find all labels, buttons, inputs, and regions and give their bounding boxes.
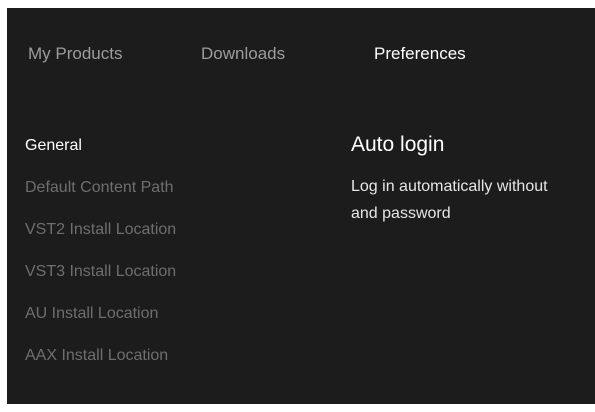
sidebar-item-vst2-install-location[interactable]: VST2 Install Location	[25, 220, 176, 240]
sidebar-item-general[interactable]: General	[25, 136, 82, 156]
tab-preferences[interactable]: Preferences	[374, 44, 466, 64]
tab-downloads[interactable]: Downloads	[201, 44, 285, 64]
sidebar-item-vst3-install-location[interactable]: VST3 Install Location	[25, 262, 176, 282]
sidebar-item-default-content-path[interactable]: Default Content Path	[25, 178, 174, 198]
tab-my-products[interactable]: My Products	[28, 44, 122, 64]
section-description: Log in automatically without and passwor…	[351, 173, 595, 227]
description-line: Log in automatically without	[351, 178, 548, 195]
app-window: My Products Downloads Preferences Genera…	[7, 8, 595, 404]
section-title: Auto login	[351, 133, 445, 156]
sidebar-item-aax-install-location[interactable]: AAX Install Location	[25, 346, 168, 366]
description-line: and password	[351, 205, 451, 222]
sidebar-item-au-install-location[interactable]: AU Install Location	[25, 304, 158, 324]
